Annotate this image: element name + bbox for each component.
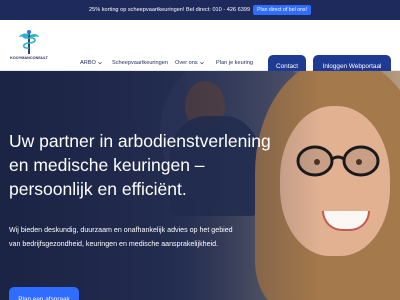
plan-appointment-button[interactable]: Plan een afspraak bbox=[9, 287, 79, 300]
promo-cta-button[interactable]: Plan direct of bel ons! bbox=[253, 5, 311, 15]
promo-text: 25% korting op scheepvaartkeuringen! Bel… bbox=[89, 7, 251, 13]
hero-title-line: persoonlijk en efficiënt. bbox=[9, 179, 187, 199]
promo-bar: 25% korting op scheepvaartkeuringen! Bel… bbox=[0, 0, 400, 20]
hero-description-line: Wij bieden deskundig, duurzaam en onafha… bbox=[9, 226, 233, 234]
hero-title-line: Uw partner in arbodienstverlening bbox=[9, 131, 271, 151]
nav-item-arbo[interactable]: ARBO bbox=[80, 60, 102, 66]
hero-section: Uw partner in arbodienstverlening en med… bbox=[0, 71, 400, 300]
caduceus-icon bbox=[19, 30, 39, 54]
chevron-down-icon bbox=[98, 61, 102, 65]
hero-title-line: en medische keuringen – bbox=[9, 155, 205, 175]
chevron-down-icon bbox=[199, 61, 204, 65]
nav-item-label: Over ons bbox=[175, 60, 198, 66]
brand-logo[interactable]: KOOYMANCONSULT bbox=[9, 29, 49, 65]
hero-description: Wij bieden deskundig, duurzaam en onafha… bbox=[9, 223, 309, 251]
nav-item-plan-je-keuring[interactable]: Plan je keuring bbox=[216, 60, 253, 66]
nav-item-label: Scheepvaartkeuringen bbox=[112, 60, 168, 66]
nav-item-over-ons[interactable]: Over ons bbox=[175, 60, 204, 66]
hero-description-line: van bedrijfsgezondheid, keuringen en med… bbox=[9, 240, 219, 248]
nav-item-label: Plan je keuring bbox=[216, 60, 254, 66]
main-nav: KOOYMANCONSULT ARBO Scheepvaartkeuringen… bbox=[0, 20, 400, 77]
nav-item-scheepvaartkeuringen[interactable]: Scheepvaartkeuringen bbox=[112, 60, 168, 66]
brand-name: KOOYMANCONSULT bbox=[10, 56, 48, 60]
nav-item-label: ARBO bbox=[80, 60, 96, 66]
hero-title: Uw partner in arbodienstverlening en med… bbox=[9, 129, 339, 201]
